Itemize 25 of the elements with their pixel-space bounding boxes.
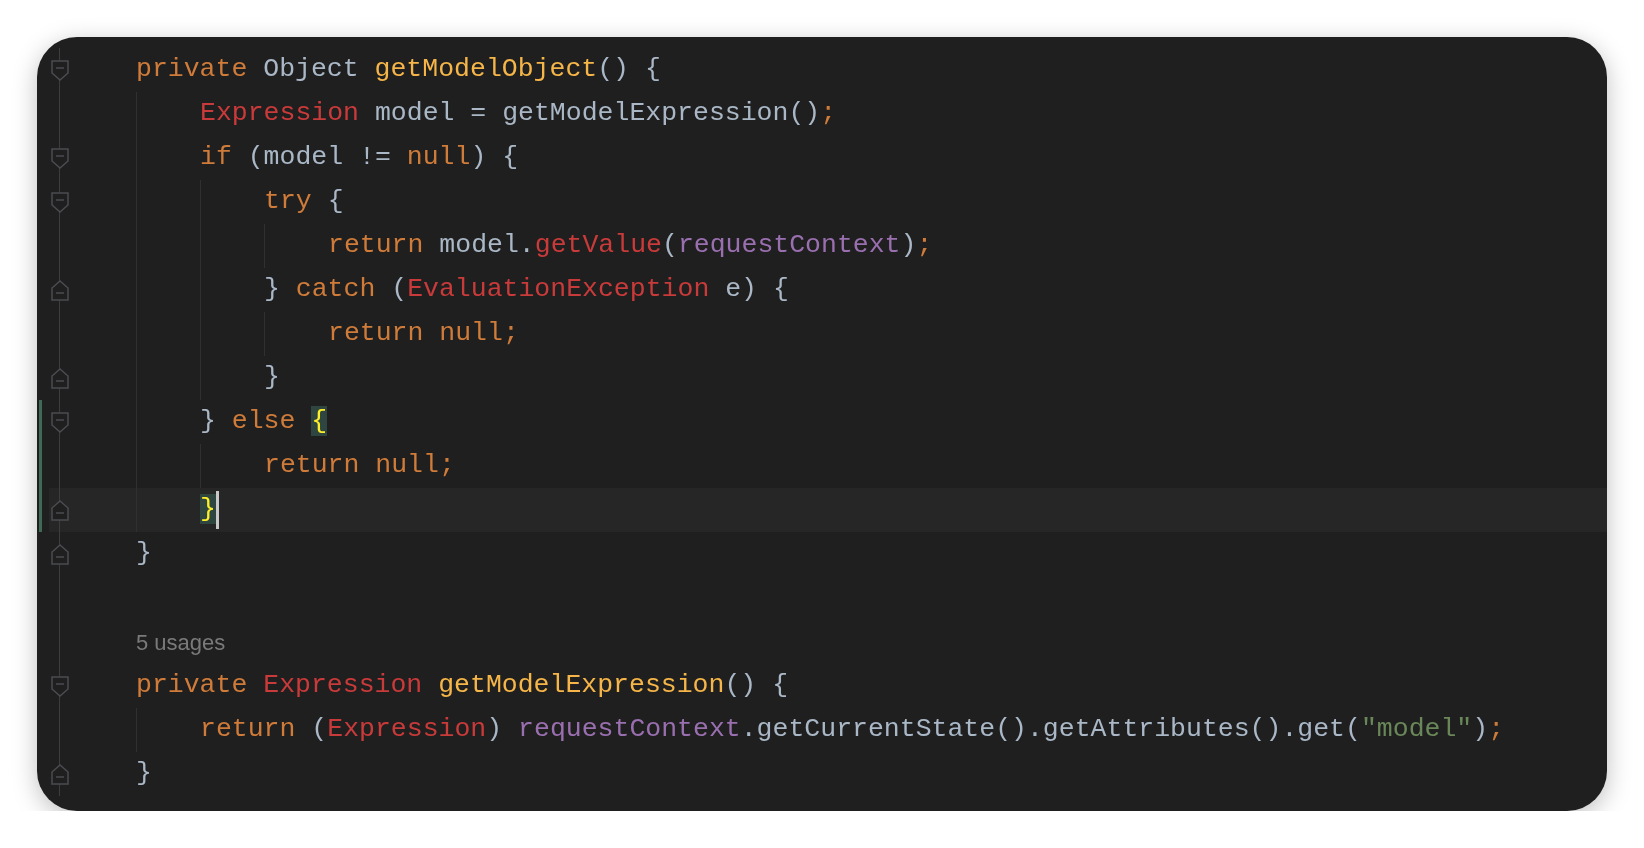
code-line: } bbox=[136, 538, 152, 570]
code-line: if (model != null) { bbox=[200, 142, 519, 174]
code-line: } bbox=[264, 362, 280, 394]
code-line: return (Expression) requestContext.getCurrentState().getAttributes().get("model"); bbox=[200, 714, 1505, 746]
code-line: private Expression getModelExpression() { bbox=[136, 670, 789, 702]
fold-icon[interactable] bbox=[51, 367, 69, 389]
code-line: Expression model = getModelExpression(); bbox=[200, 98, 837, 130]
fold-icon[interactable] bbox=[51, 279, 69, 301]
fold-icon[interactable] bbox=[51, 543, 69, 565]
code-line: } bbox=[136, 758, 152, 790]
code-line: return null; bbox=[328, 318, 519, 350]
fold-icon[interactable] bbox=[51, 675, 69, 697]
code-line: try { bbox=[264, 186, 344, 218]
fold-icon[interactable] bbox=[51, 147, 69, 169]
code-line: return null; bbox=[264, 450, 455, 482]
fold-icon[interactable] bbox=[51, 59, 69, 81]
code-line: } else { bbox=[200, 406, 328, 438]
fold-icon[interactable] bbox=[51, 411, 69, 433]
fold-icon[interactable] bbox=[51, 763, 69, 785]
usages-hint[interactable]: 5 usages bbox=[136, 625, 226, 659]
code-line: return model.getValue(requestContext); bbox=[328, 230, 933, 262]
fold-icon[interactable] bbox=[51, 499, 69, 521]
fold-icon[interactable] bbox=[51, 191, 69, 213]
code-line: private Object getModelObject() { bbox=[136, 54, 661, 86]
code-line: } catch (EvaluationException e) { bbox=[264, 274, 789, 306]
